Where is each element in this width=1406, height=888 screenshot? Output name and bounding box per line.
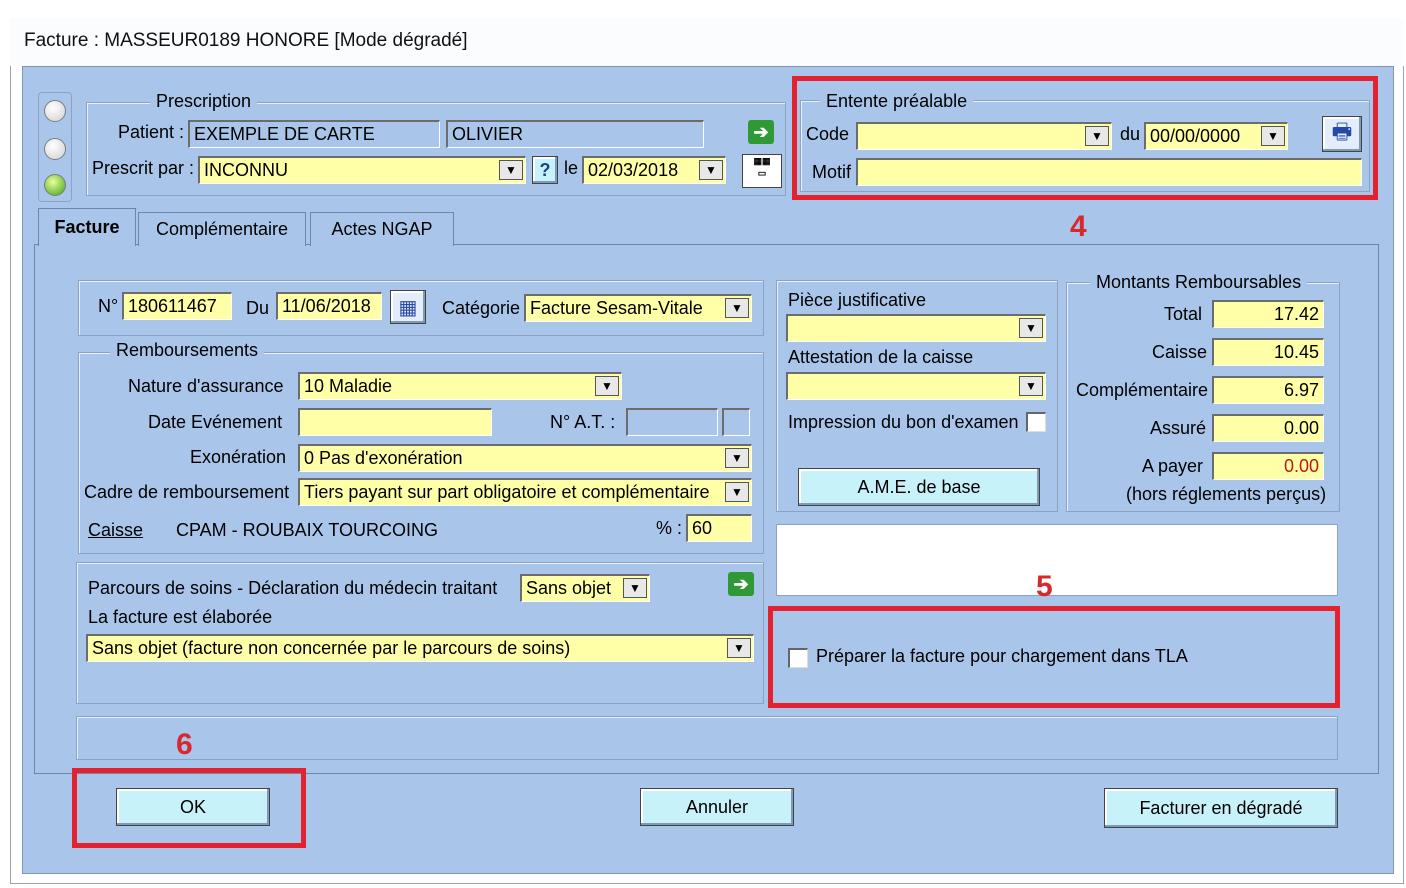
facturer-degrade-button[interactable]: Facturer en dégradé: [1104, 788, 1338, 828]
chevron-down-icon[interactable]: ▼: [1019, 318, 1043, 338]
chevron-down-icon[interactable]: ▼: [595, 376, 619, 396]
complementaire-label: Complémentaire: [1076, 380, 1209, 400]
prescrit-par-label: Prescrit par :: [92, 158, 195, 178]
assure-label: Assuré: [1150, 418, 1207, 438]
parcours-label: Parcours de soins - Déclaration du médec…: [88, 578, 498, 598]
help-button[interactable]: ?: [532, 156, 558, 184]
message-area: [776, 524, 1338, 596]
chevron-down-icon[interactable]: ▼: [1019, 376, 1043, 396]
chevron-down-icon[interactable]: ▼: [699, 160, 723, 180]
ame-base-button[interactable]: A.M.E. de base: [798, 468, 1040, 506]
apayer-label: A payer: [1142, 456, 1204, 476]
parcours-select[interactable]: Sans objet ▼: [520, 574, 650, 602]
annotation-box-4: [792, 76, 1378, 200]
total-value: 17.42: [1212, 300, 1324, 328]
remboursements-legend: Remboursements: [110, 340, 265, 361]
prescrit-par-select[interactable]: INCONNU ▼: [198, 156, 526, 184]
elaboree-select[interactable]: Sans objet (facture non concernée par le…: [86, 634, 754, 662]
prescrit-par-value: INCONNU: [204, 160, 288, 180]
categorie-value: Facture Sesam-Vitale: [530, 298, 703, 318]
status-strip: [76, 716, 1338, 760]
exoneration-select[interactable]: 0 Pas d'exonération ▼: [298, 444, 752, 472]
nat-number-input[interactable]: [626, 408, 718, 436]
caisse-name: CPAM - ROUBAIX TOURCOING: [176, 520, 439, 540]
patient-lastname-field[interactable]: EXEMPLE DE CARTE: [188, 120, 440, 148]
barcode-scan-icon[interactable]: ▦▦ ▭: [742, 154, 782, 188]
annotation-number-6: 6: [176, 728, 193, 761]
arrow-right-icon[interactable]: ➔: [728, 572, 754, 596]
annotation-box-5: [768, 606, 1340, 708]
montants-legend: Montants Remboursables: [1090, 272, 1308, 293]
nat-label: N° A.T. :: [550, 412, 616, 432]
complementaire-value: 6.97: [1212, 376, 1324, 404]
arrow-right-icon[interactable]: ➔: [748, 120, 774, 144]
nat-key-input[interactable]: [722, 408, 750, 436]
annuler-button[interactable]: Annuler: [640, 788, 794, 826]
cadre-value: Tiers payant sur part obligatoire et com…: [304, 482, 710, 502]
elaboree-value: Sans objet (facture non concernée par le…: [92, 638, 571, 658]
impression-label: Impression du bon d'examen: [788, 412, 1019, 432]
chevron-down-icon[interactable]: ▼: [725, 482, 749, 502]
parcours-value: Sans objet: [526, 578, 612, 598]
calendar-icon: ▦: [398, 296, 418, 319]
pct-input[interactable]: 60: [686, 514, 752, 542]
num-label: N°: [98, 296, 119, 316]
patient-label: Patient :: [118, 122, 185, 142]
caisse-amount-label: Caisse: [1152, 342, 1208, 362]
hors-reglements-label: (hors réglements perçus): [1126, 484, 1327, 504]
nature-value: 10 Maladie: [304, 376, 393, 396]
calendar-button[interactable]: ▦: [390, 290, 426, 324]
prescription-legend: Prescription: [150, 91, 258, 112]
prescription-date-select[interactable]: 02/03/2018 ▼: [582, 156, 726, 184]
nature-label: Nature d'assurance: [128, 376, 284, 396]
pct-label: % :: [656, 518, 683, 538]
categorie-label: Catégorie: [442, 298, 521, 318]
chevron-down-icon[interactable]: ▼: [623, 578, 647, 598]
annotation-number-5: 5: [1036, 570, 1053, 603]
cadre-select[interactable]: Tiers payant sur part obligatoire et com…: [298, 478, 752, 506]
window-title: Facture : MASSEUR0189 HONORE [Mode dégra…: [24, 30, 468, 51]
piece-select[interactable]: ▼: [786, 314, 1046, 342]
chevron-down-icon[interactable]: ▼: [725, 298, 749, 318]
cadre-label: Cadre de remboursement: [84, 482, 290, 502]
piece-label: Pièce justificative: [788, 290, 927, 310]
chevron-down-icon[interactable]: ▼: [725, 448, 749, 468]
total-label: Total: [1164, 304, 1203, 324]
caisse-link[interactable]: Caisse: [88, 520, 143, 541]
annotation-box-6: [72, 768, 306, 848]
attestation-label: Attestation de la caisse: [788, 347, 974, 367]
assure-value: 0.00: [1212, 414, 1324, 442]
tab-facture[interactable]: Facture: [38, 208, 136, 246]
date-evenement-label: Date Evénement: [148, 412, 283, 432]
status-light-green: [44, 174, 66, 196]
status-light-orange: [44, 138, 66, 160]
facture-date-input[interactable]: 11/06/2018: [276, 292, 382, 320]
nature-select[interactable]: 10 Maladie ▼: [298, 372, 622, 400]
date-evenement-input[interactable]: [298, 408, 492, 436]
annotation-number-4: 4: [1070, 210, 1087, 243]
chevron-down-icon[interactable]: ▼: [499, 160, 523, 180]
apayer-value: 0.00: [1212, 452, 1324, 480]
categorie-select[interactable]: Facture Sesam-Vitale ▼: [524, 294, 752, 322]
status-light-red: [44, 100, 66, 122]
facture-du-label: Du: [246, 298, 270, 318]
elaboree-label: La facture est élaborée: [88, 607, 273, 627]
exoneration-label: Exonération: [190, 447, 287, 467]
caisse-amount-value: 10.45: [1212, 338, 1324, 366]
le-label: le: [564, 158, 579, 178]
tab-complementaire[interactable]: Complémentaire: [138, 212, 306, 246]
exoneration-value: 0 Pas d'exonération: [304, 448, 463, 468]
impression-checkbox[interactable]: [1026, 412, 1046, 432]
patient-firstname-field[interactable]: OLIVIER: [446, 120, 704, 148]
prescription-date-value: 02/03/2018: [588, 160, 679, 180]
tab-actes-ngap[interactable]: Actes NGAP: [310, 212, 454, 246]
facture-number-input[interactable]: 180611467: [122, 292, 232, 320]
chevron-down-icon[interactable]: ▼: [727, 638, 751, 658]
attestation-select[interactable]: ▼: [786, 372, 1046, 400]
